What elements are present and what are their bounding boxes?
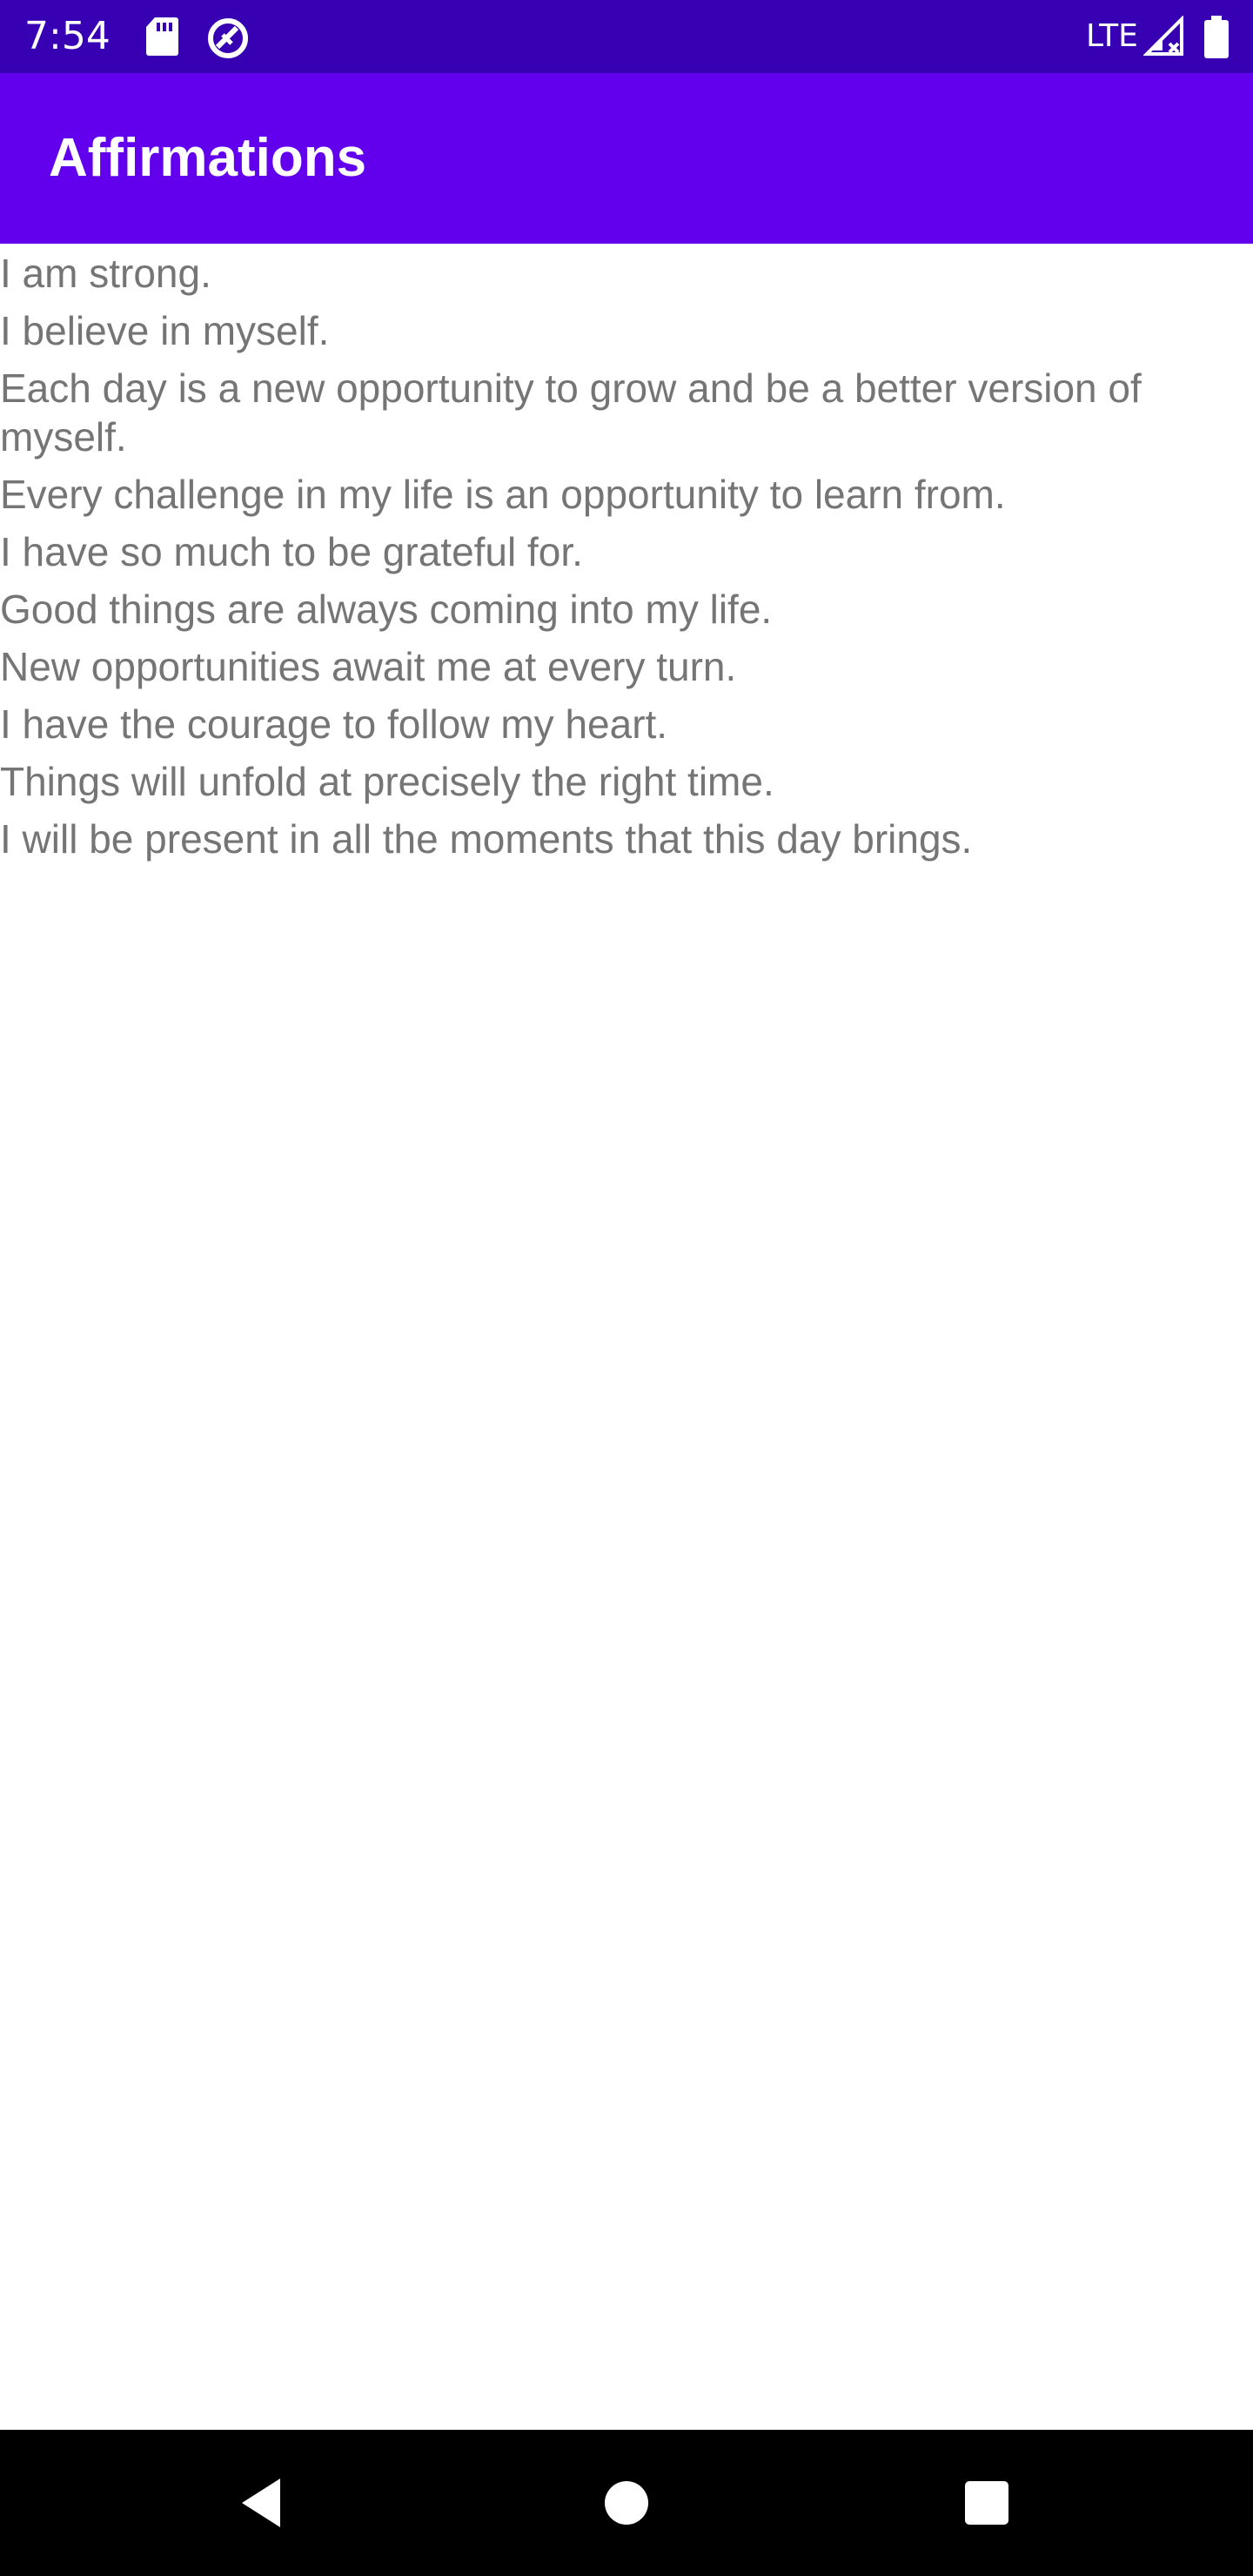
list-item: I am strong. [0, 251, 211, 296]
list-item: New opportunities await me at every turn… [0, 644, 737, 689]
app-title: Affirmations [49, 128, 367, 188]
list-item: Good things are always coming into my li… [0, 587, 773, 632]
app-bar: Affirmations [0, 73, 1253, 244]
status-time: 7:54 [24, 14, 111, 58]
list-item: Each day is a new opportunity to grow an… [0, 366, 1142, 460]
home-icon[interactable] [588, 2465, 665, 2541]
sd-card-icon [144, 16, 179, 57]
status-bar: 7:54 LTE [0, 0, 1253, 73]
back-icon[interactable] [223, 2465, 299, 2541]
screen: 7:54 LTE Affirmations I am strong. I bel… [0, 0, 1253, 2576]
list-item: I will be present in all the moments tha… [0, 816, 973, 862]
list-item: I believe in myself. [0, 308, 330, 353]
signal-icon [1142, 15, 1185, 57]
recents-icon[interactable] [948, 2465, 1025, 2541]
list-item: I have the courage to follow my heart. [0, 701, 668, 747]
no-disturb-icon [205, 16, 251, 58]
navigation-bar [0, 2430, 1253, 2576]
list-item: Every challenge in my life is an opportu… [0, 472, 1006, 517]
list-item: I have so much to be grateful for. [0, 529, 583, 574]
network-type: LTE [1086, 18, 1138, 54]
list-item: Things will unfold at precisely the righ… [0, 759, 774, 804]
battery-icon [1203, 16, 1230, 58]
affirmation-list[interactable]: I am strong. I believe in myself. Each d… [0, 249, 1253, 872]
